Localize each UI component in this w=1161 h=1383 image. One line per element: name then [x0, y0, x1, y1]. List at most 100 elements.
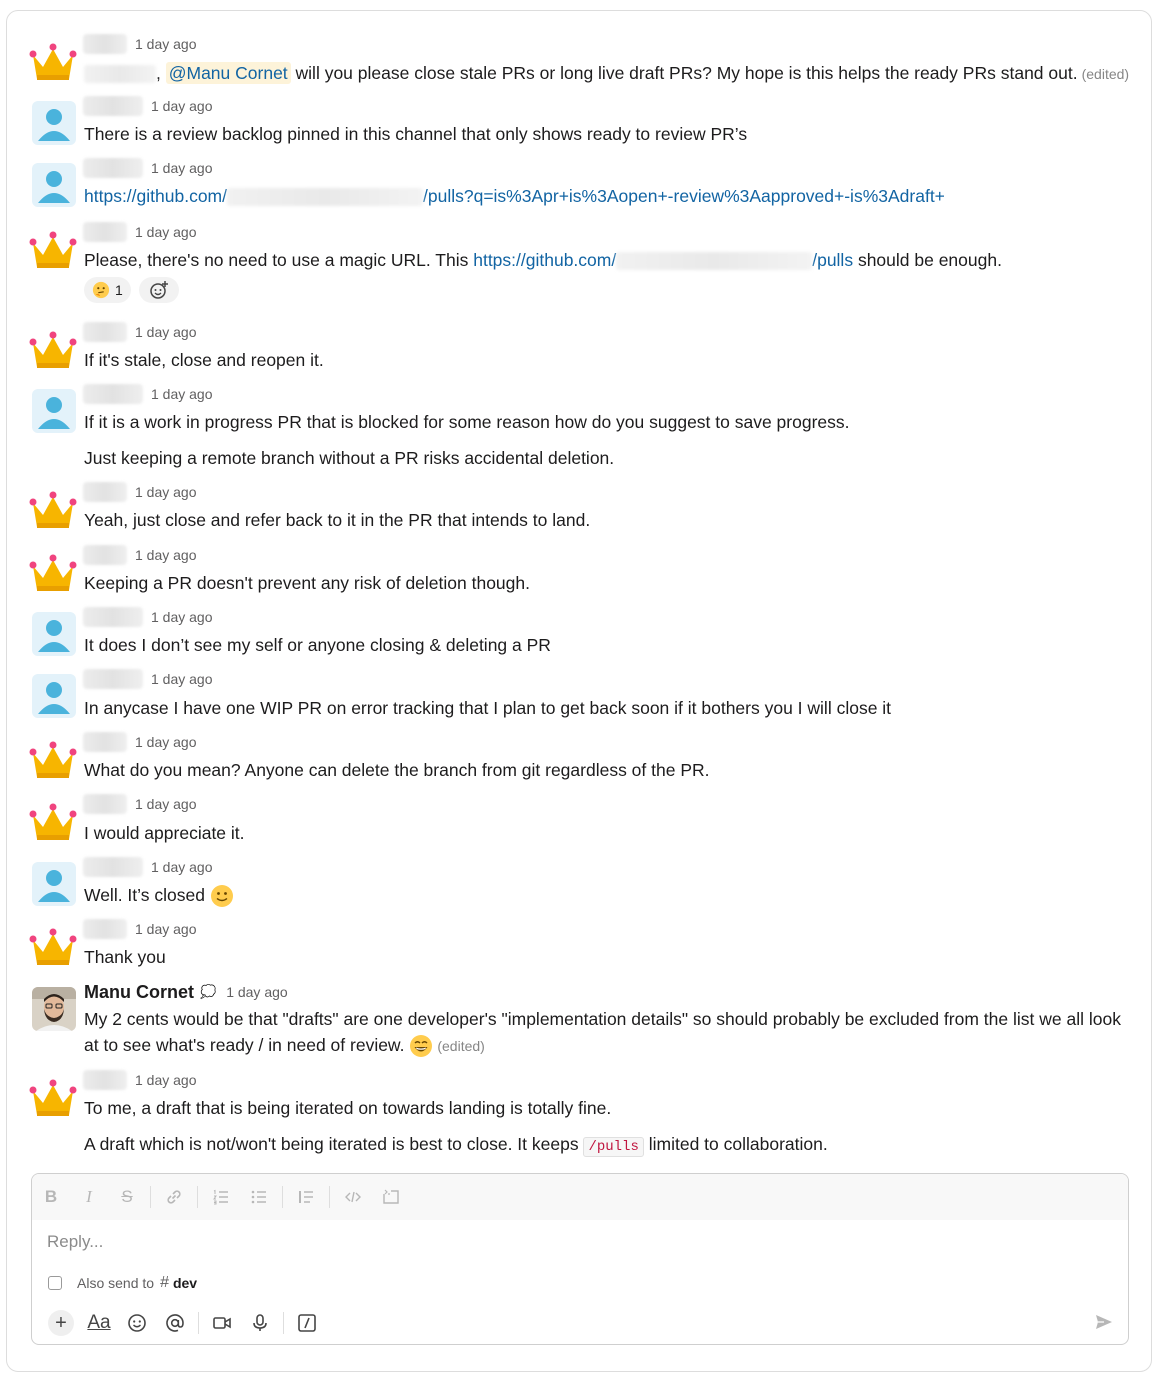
redacted-username[interactable]: [83, 482, 127, 502]
crown-avatar-icon[interactable]: [29, 225, 77, 273]
formatting-toolbar: B I S: [32, 1174, 1128, 1220]
reaction-count: 1: [115, 282, 123, 298]
link-icon[interactable]: [155, 1182, 193, 1212]
redacted-username[interactable]: [83, 545, 127, 565]
timestamp[interactable]: 1 day ago: [151, 609, 213, 625]
blockquote-icon[interactable]: [287, 1182, 325, 1212]
toolbar-divider: [282, 1186, 283, 1208]
message-text: It does I don’t see my self or anyone cl…: [84, 635, 551, 655]
italic-icon[interactable]: I: [70, 1182, 108, 1212]
redacted-username[interactable]: [83, 158, 143, 178]
redacted-username[interactable]: [83, 384, 143, 404]
mention-icon[interactable]: [156, 1308, 194, 1338]
inline-code: /pulls: [583, 1137, 644, 1157]
default-user-avatar[interactable]: [32, 862, 76, 906]
grinning-face-icon: [410, 1035, 433, 1058]
timestamp[interactable]: 1 day ago: [151, 671, 213, 687]
strikethrough-icon[interactable]: S: [108, 1182, 146, 1212]
default-user-avatar[interactable]: [32, 612, 76, 656]
format-icon[interactable]: Aa: [80, 1308, 118, 1338]
toolbar-divider: [197, 1186, 198, 1208]
toolbar-divider: [329, 1186, 330, 1208]
timestamp[interactable]: 1 day ago: [135, 734, 197, 750]
message-text: My 2 cents would be that "drafts" are on…: [84, 1006, 1124, 1059]
redacted-username[interactable]: [83, 794, 127, 814]
video-icon[interactable]: [203, 1308, 241, 1338]
message-text: I would appreciate it.: [84, 823, 245, 843]
default-user-avatar[interactable]: [32, 163, 76, 207]
crown-avatar-icon[interactable]: [29, 485, 77, 533]
sender-name[interactable]: Manu Cornet: [84, 982, 194, 1003]
add-reaction-button[interactable]: [138, 277, 179, 303]
timestamp[interactable]: 1 day ago: [151, 98, 213, 114]
plus-icon[interactable]: +: [48, 1310, 74, 1336]
also-send-checkbox[interactable]: [48, 1276, 62, 1290]
bullet-list-icon[interactable]: [240, 1182, 278, 1212]
message-text: There is a review backlog pinned in this…: [84, 124, 748, 144]
user-mention[interactable]: @Manu Cornet: [165, 62, 291, 84]
timestamp[interactable]: 1 day ago: [135, 1072, 197, 1088]
crown-avatar-icon[interactable]: [29, 37, 77, 85]
timestamp[interactable]: 1 day ago: [151, 160, 213, 176]
redacted-username[interactable]: [83, 732, 127, 752]
timestamp[interactable]: 1 day ago: [135, 484, 197, 500]
slash-command-icon[interactable]: [288, 1308, 326, 1338]
crown-avatar-icon[interactable]: [29, 548, 77, 596]
crown-avatar-icon[interactable]: [29, 325, 77, 373]
timestamp[interactable]: 1 day ago: [151, 859, 213, 875]
edited-label: (edited): [437, 1038, 485, 1054]
bold-icon[interactable]: B: [32, 1182, 70, 1212]
crown-avatar-icon[interactable]: [29, 922, 77, 970]
message-link[interactable]: https://github.com//pulls?q=is%3Apr+is%3…: [84, 183, 945, 209]
message-text: What do you mean? Anyone can delete the …: [84, 760, 710, 780]
redacted-username[interactable]: [83, 607, 143, 627]
thinking-reaction[interactable]: 1: [84, 277, 131, 303]
redacted-username[interactable]: [83, 857, 143, 877]
reply-composer: B I S Reply... Also send to # dev + Aa: [31, 1173, 1129, 1345]
edited-label: (edited): [1081, 66, 1130, 82]
crown-avatar-icon[interactable]: [29, 1073, 77, 1121]
message-text: If it's stale, close and reopen it.: [84, 350, 324, 370]
timestamp[interactable]: 1 day ago: [135, 547, 197, 563]
timestamp[interactable]: 1 day ago: [135, 224, 197, 240]
message-text: A draft which is not/won't being iterate…: [84, 1134, 828, 1157]
timestamp[interactable]: 1 day ago: [151, 386, 213, 402]
message-text: Well. It’s closed: [84, 882, 234, 908]
default-user-avatar[interactable]: [32, 101, 76, 145]
default-user-avatar[interactable]: [32, 674, 76, 718]
redacted-username[interactable]: [83, 34, 127, 54]
redacted-username[interactable]: [83, 1070, 127, 1090]
message-text: Just keeping a remote branch without a P…: [84, 448, 615, 468]
redacted-username[interactable]: [83, 669, 143, 689]
default-user-avatar[interactable]: [32, 389, 76, 433]
channel-name: dev: [172, 1275, 198, 1291]
redacted-username[interactable]: [83, 322, 127, 342]
toolbar-divider: [198, 1312, 199, 1334]
reply-input[interactable]: Reply...: [47, 1232, 103, 1252]
timestamp[interactable]: 1 day ago: [135, 324, 197, 340]
emoji-icon[interactable]: [118, 1308, 156, 1338]
timestamp[interactable]: 1 day ago: [135, 921, 197, 937]
manu-cornet-avatar[interactable]: [32, 987, 76, 1031]
redacted-username[interactable]: [83, 222, 127, 242]
toolbar-divider: [283, 1312, 284, 1334]
code-block-icon[interactable]: [372, 1182, 410, 1212]
message-text: , @Manu Cornet will you please close sta…: [84, 60, 1129, 87]
message-text: Please, there's no need to use a magic U…: [84, 250, 1002, 271]
slightly-smiling-face-icon: [210, 885, 233, 908]
microphone-icon[interactable]: [241, 1308, 279, 1338]
redacted-username[interactable]: [83, 96, 143, 116]
crown-avatar-icon[interactable]: [29, 735, 77, 783]
also-send-option[interactable]: Also send to # dev: [48, 1274, 197, 1292]
timestamp[interactable]: 1 day ago: [135, 36, 197, 52]
crown-avatar-icon[interactable]: [29, 797, 77, 845]
send-icon[interactable]: [1094, 1312, 1114, 1337]
timestamp[interactable]: 1 day ago: [135, 796, 197, 812]
speech-bubble-status-icon: 💭: [200, 984, 217, 999]
ordered-list-icon[interactable]: [202, 1182, 240, 1212]
redacted-username[interactable]: [83, 919, 127, 939]
thread-panel: 1 day ago , @Manu Cornet will you please…: [6, 10, 1152, 1372]
code-icon[interactable]: [334, 1182, 372, 1212]
redacted-text: [227, 188, 423, 207]
timestamp[interactable]: 1 day ago: [226, 984, 288, 1000]
